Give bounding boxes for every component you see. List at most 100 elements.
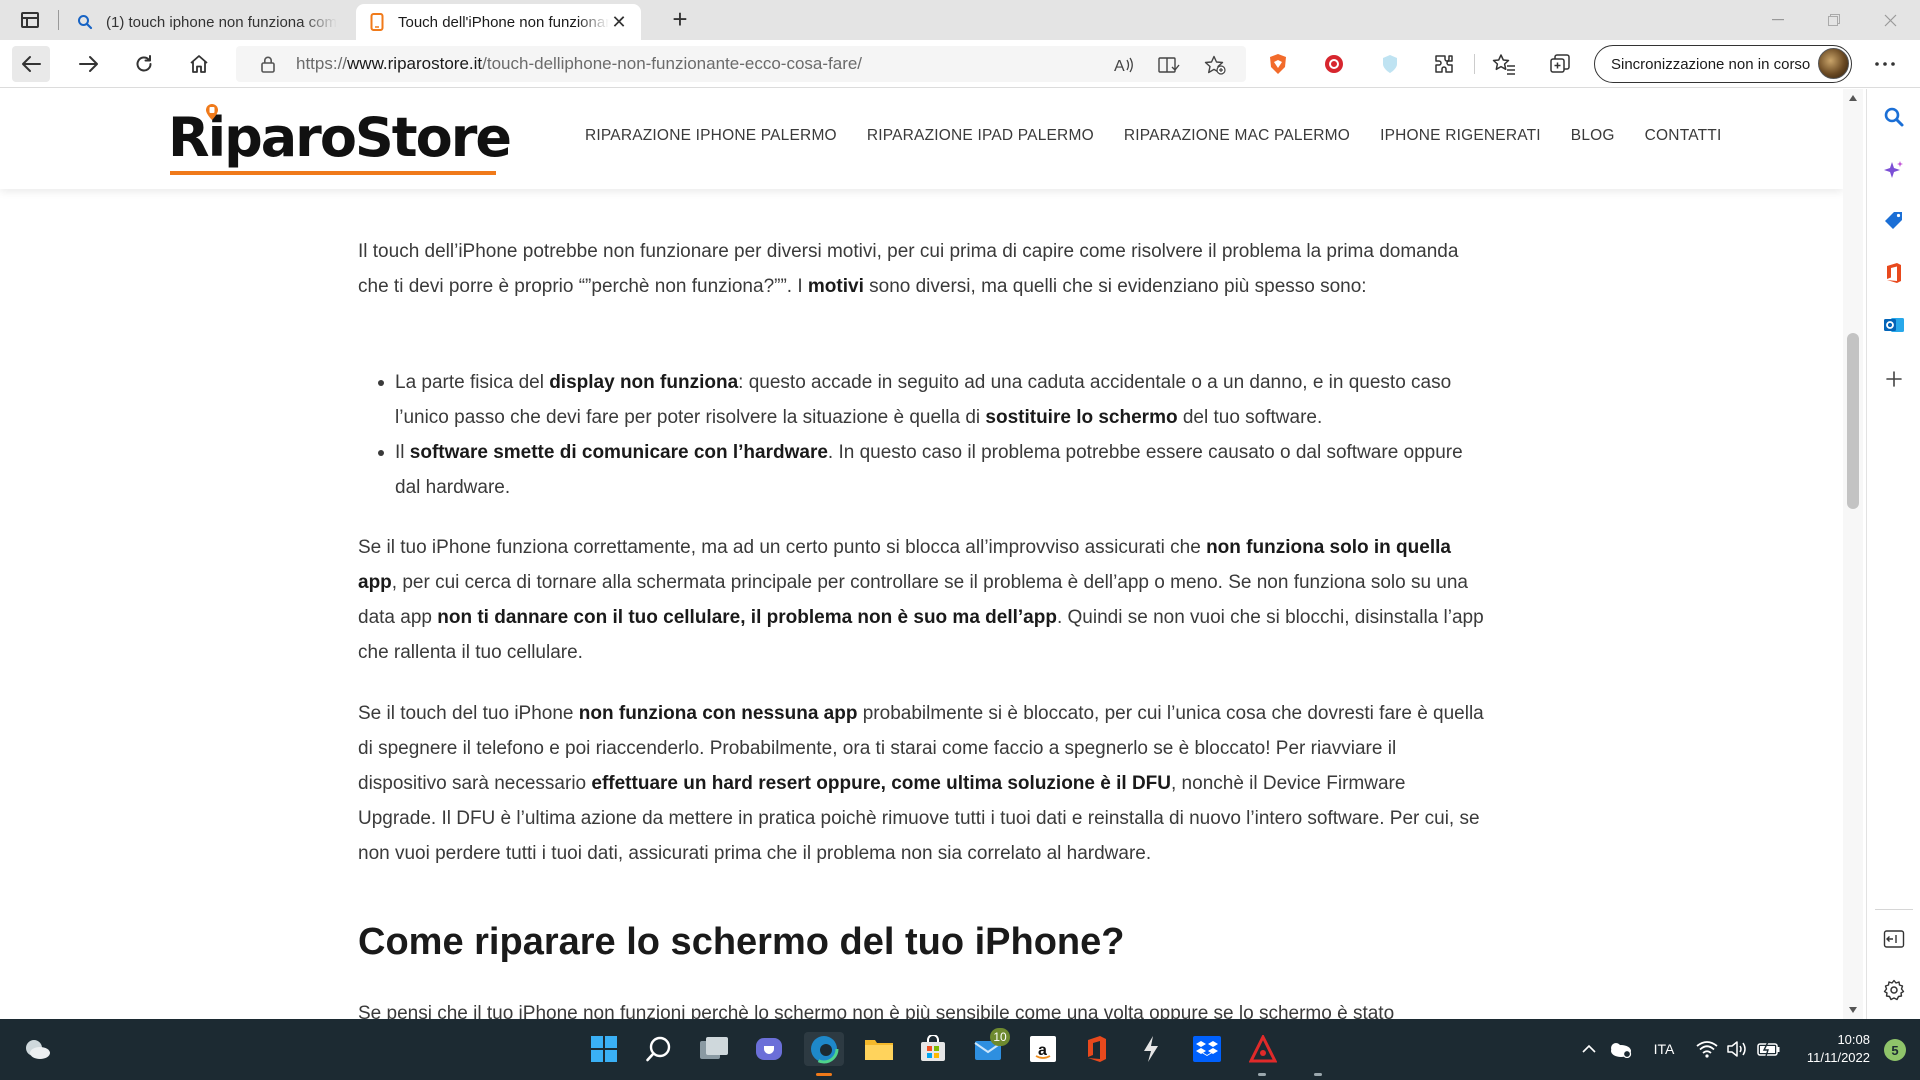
forward-button[interactable] bbox=[70, 46, 108, 82]
riparostore-favicon-icon bbox=[368, 13, 386, 31]
sidebar-settings-icon[interactable] bbox=[1880, 976, 1908, 1004]
favorites-icon[interactable] bbox=[1490, 50, 1518, 78]
address-bar[interactable]: https://www.riparostore.it/touch-delliph… bbox=[236, 46, 1246, 82]
red-app-icon[interactable] bbox=[1246, 1032, 1280, 1066]
taskbar-search-icon[interactable] bbox=[642, 1032, 676, 1066]
collections-icon[interactable] bbox=[1546, 50, 1574, 78]
tab-strip: (1) touch iphone non funziona come ripar… bbox=[0, 0, 1920, 40]
notification-count-badge[interactable]: 5 bbox=[1884, 1039, 1906, 1061]
page-viewport: Perchè il touch dell'iPhone non funziona… bbox=[0, 89, 1843, 1019]
onedrive-icon[interactable] bbox=[1606, 1037, 1634, 1061]
brave-extension-icon[interactable] bbox=[1264, 50, 1292, 78]
record-extension-icon[interactable] bbox=[1320, 50, 1348, 78]
mail-icon[interactable]: 10 bbox=[972, 1028, 1010, 1066]
microsoft-store-icon[interactable] bbox=[916, 1032, 950, 1066]
amazon-icon[interactable]: a bbox=[1026, 1032, 1060, 1066]
close-window-button[interactable] bbox=[1864, 0, 1916, 40]
show-hidden-icons-button[interactable] bbox=[1578, 1037, 1600, 1061]
profile-sync-button[interactable]: Sincronizzazione non in corso bbox=[1594, 45, 1852, 83]
text-bold: non funziona con nessuna app bbox=[578, 703, 858, 724]
refresh-button[interactable] bbox=[125, 46, 163, 82]
restore-button[interactable] bbox=[1808, 0, 1860, 40]
sidebar-outlook-icon[interactable] bbox=[1880, 311, 1908, 339]
windows-taskbar: 10 a ITA 10:08 11/11/2022 5 bbox=[0, 1019, 1920, 1080]
edge-sidebar bbox=[1866, 89, 1920, 1019]
nav-item-riparazione-ipad[interactable]: RIPARAZIONE IPAD PALERMO bbox=[867, 127, 1094, 145]
battery-icon[interactable] bbox=[1756, 1037, 1782, 1061]
text-run: Se il tuo iPhone funziona correttamente,… bbox=[358, 537, 1207, 558]
settings-more-button[interactable] bbox=[1870, 52, 1900, 76]
dropbox-icon[interactable] bbox=[1190, 1032, 1224, 1066]
text-run: Il bbox=[395, 442, 410, 463]
forward-arrow-icon bbox=[79, 56, 98, 72]
sync-status-label: Sincronizzazione non in corso bbox=[1611, 55, 1811, 73]
file-explorer-icon[interactable] bbox=[862, 1032, 896, 1066]
url-host: www.riparostore.it bbox=[347, 54, 483, 73]
app-running-indicator bbox=[1258, 1073, 1266, 1076]
url-scheme: https:// bbox=[296, 54, 348, 73]
clock-time: 10:08 bbox=[1837, 1032, 1870, 1047]
start-button[interactable] bbox=[587, 1032, 621, 1066]
tab-title: Touch dell'iPhone non funzionante? Ecco … bbox=[398, 13, 609, 31]
system-clock[interactable]: 10:08 11/11/2022 bbox=[1786, 1031, 1870, 1067]
extensions-icon[interactable] bbox=[1430, 50, 1458, 78]
page-scrollbar[interactable] bbox=[1843, 89, 1863, 1019]
scrollbar-thumb[interactable] bbox=[1847, 333, 1859, 509]
site-logo[interactable]: RiparoStore bbox=[168, 104, 512, 177]
sidebar-office-icon[interactable] bbox=[1880, 259, 1908, 287]
text-run: del tuo software. bbox=[1177, 407, 1323, 428]
sidebar-search-icon[interactable] bbox=[1880, 103, 1908, 131]
minimize-button[interactable] bbox=[1752, 0, 1804, 40]
close-tab-icon[interactable]: ✕ bbox=[609, 12, 629, 32]
sidebar-add-icon[interactable] bbox=[1880, 365, 1908, 393]
refresh-icon bbox=[136, 55, 152, 72]
nav-item-riparazione-mac[interactable]: RIPARAZIONE MAC PALERMO bbox=[1124, 127, 1350, 145]
tab-actions-icon bbox=[21, 12, 39, 28]
scroll-up-arrow-icon[interactable] bbox=[1849, 95, 1857, 101]
nav-item-blog[interactable]: BLOG bbox=[1571, 127, 1615, 145]
input-language-indicator[interactable]: ITA bbox=[1646, 1037, 1682, 1061]
back-button[interactable] bbox=[12, 46, 50, 82]
sidebar-discover-icon[interactable] bbox=[1880, 157, 1908, 185]
url-text[interactable]: https://www.riparostore.it/touch-delliph… bbox=[296, 54, 862, 74]
home-button[interactable] bbox=[180, 46, 218, 82]
wifi-icon[interactable] bbox=[1694, 1037, 1720, 1061]
add-favorite-icon[interactable] bbox=[1202, 54, 1228, 76]
sidebar-hide-icon[interactable] bbox=[1880, 925, 1908, 953]
edge-active-indicator bbox=[816, 1073, 832, 1076]
paragraph-partial: Se pensi che il tuo iPhone non funzioni … bbox=[358, 1003, 1395, 1019]
nav-item-iphone-rigenerati[interactable]: IPHONE RIGENERATI bbox=[1380, 127, 1541, 145]
immersive-reader-icon[interactable] bbox=[1156, 54, 1182, 76]
teams-chat-icon[interactable] bbox=[752, 1032, 786, 1066]
lightning-app-icon[interactable] bbox=[1134, 1032, 1168, 1066]
text-bold: sostituire lo schermo bbox=[985, 407, 1178, 428]
paragraph-intro: Il touch dell’iPhone potrebbe non funzio… bbox=[358, 234, 1488, 304]
logo-underline bbox=[170, 171, 496, 175]
edge-taskbar-icon[interactable] bbox=[804, 1032, 844, 1066]
section-heading: Come riparare lo schermo del tuo iPhone? bbox=[358, 921, 1125, 963]
volume-icon[interactable] bbox=[1724, 1037, 1750, 1061]
nav-item-riparazione-iphone[interactable]: RIPARAZIONE IPHONE PALERMO bbox=[585, 127, 837, 145]
office-icon[interactable] bbox=[1080, 1032, 1114, 1066]
tab-actions-button[interactable] bbox=[12, 8, 48, 32]
sidebar-shopping-icon[interactable] bbox=[1880, 207, 1908, 235]
weather-widget-icon[interactable] bbox=[20, 1032, 54, 1066]
nav-item-contatti[interactable]: CONTATTI bbox=[1645, 127, 1722, 145]
svg-text:a: a bbox=[1038, 1042, 1047, 1059]
new-tab-button[interactable]: + bbox=[664, 6, 696, 34]
clock-date: 11/11/2022 bbox=[1806, 1050, 1870, 1065]
task-view-icon[interactable] bbox=[697, 1032, 731, 1066]
svg-text:A: A bbox=[1114, 58, 1125, 74]
read-aloud-icon[interactable]: A bbox=[1112, 54, 1138, 76]
home-icon bbox=[190, 55, 208, 73]
text-bold: software smette di comunicare con l’hard… bbox=[409, 442, 828, 463]
text-bold: effettuare un hard resert oppure, come u… bbox=[591, 773, 1171, 794]
url-path: /touch-delliphone-non-funzionante-ecco-c… bbox=[482, 54, 863, 73]
tab-riparostore[interactable]: Touch dell'iPhone non funzionante? Ecco … bbox=[356, 4, 641, 40]
app-running-indicator bbox=[1314, 1073, 1322, 1076]
shield-extension-icon[interactable] bbox=[1376, 50, 1404, 78]
scroll-down-arrow-icon[interactable] bbox=[1849, 1007, 1857, 1013]
tab-search-results[interactable]: (1) touch iphone non funziona come ripar… bbox=[64, 4, 349, 40]
lock-icon[interactable] bbox=[258, 56, 278, 73]
tab-title: (1) touch iphone non funziona come ripar… bbox=[106, 13, 337, 31]
